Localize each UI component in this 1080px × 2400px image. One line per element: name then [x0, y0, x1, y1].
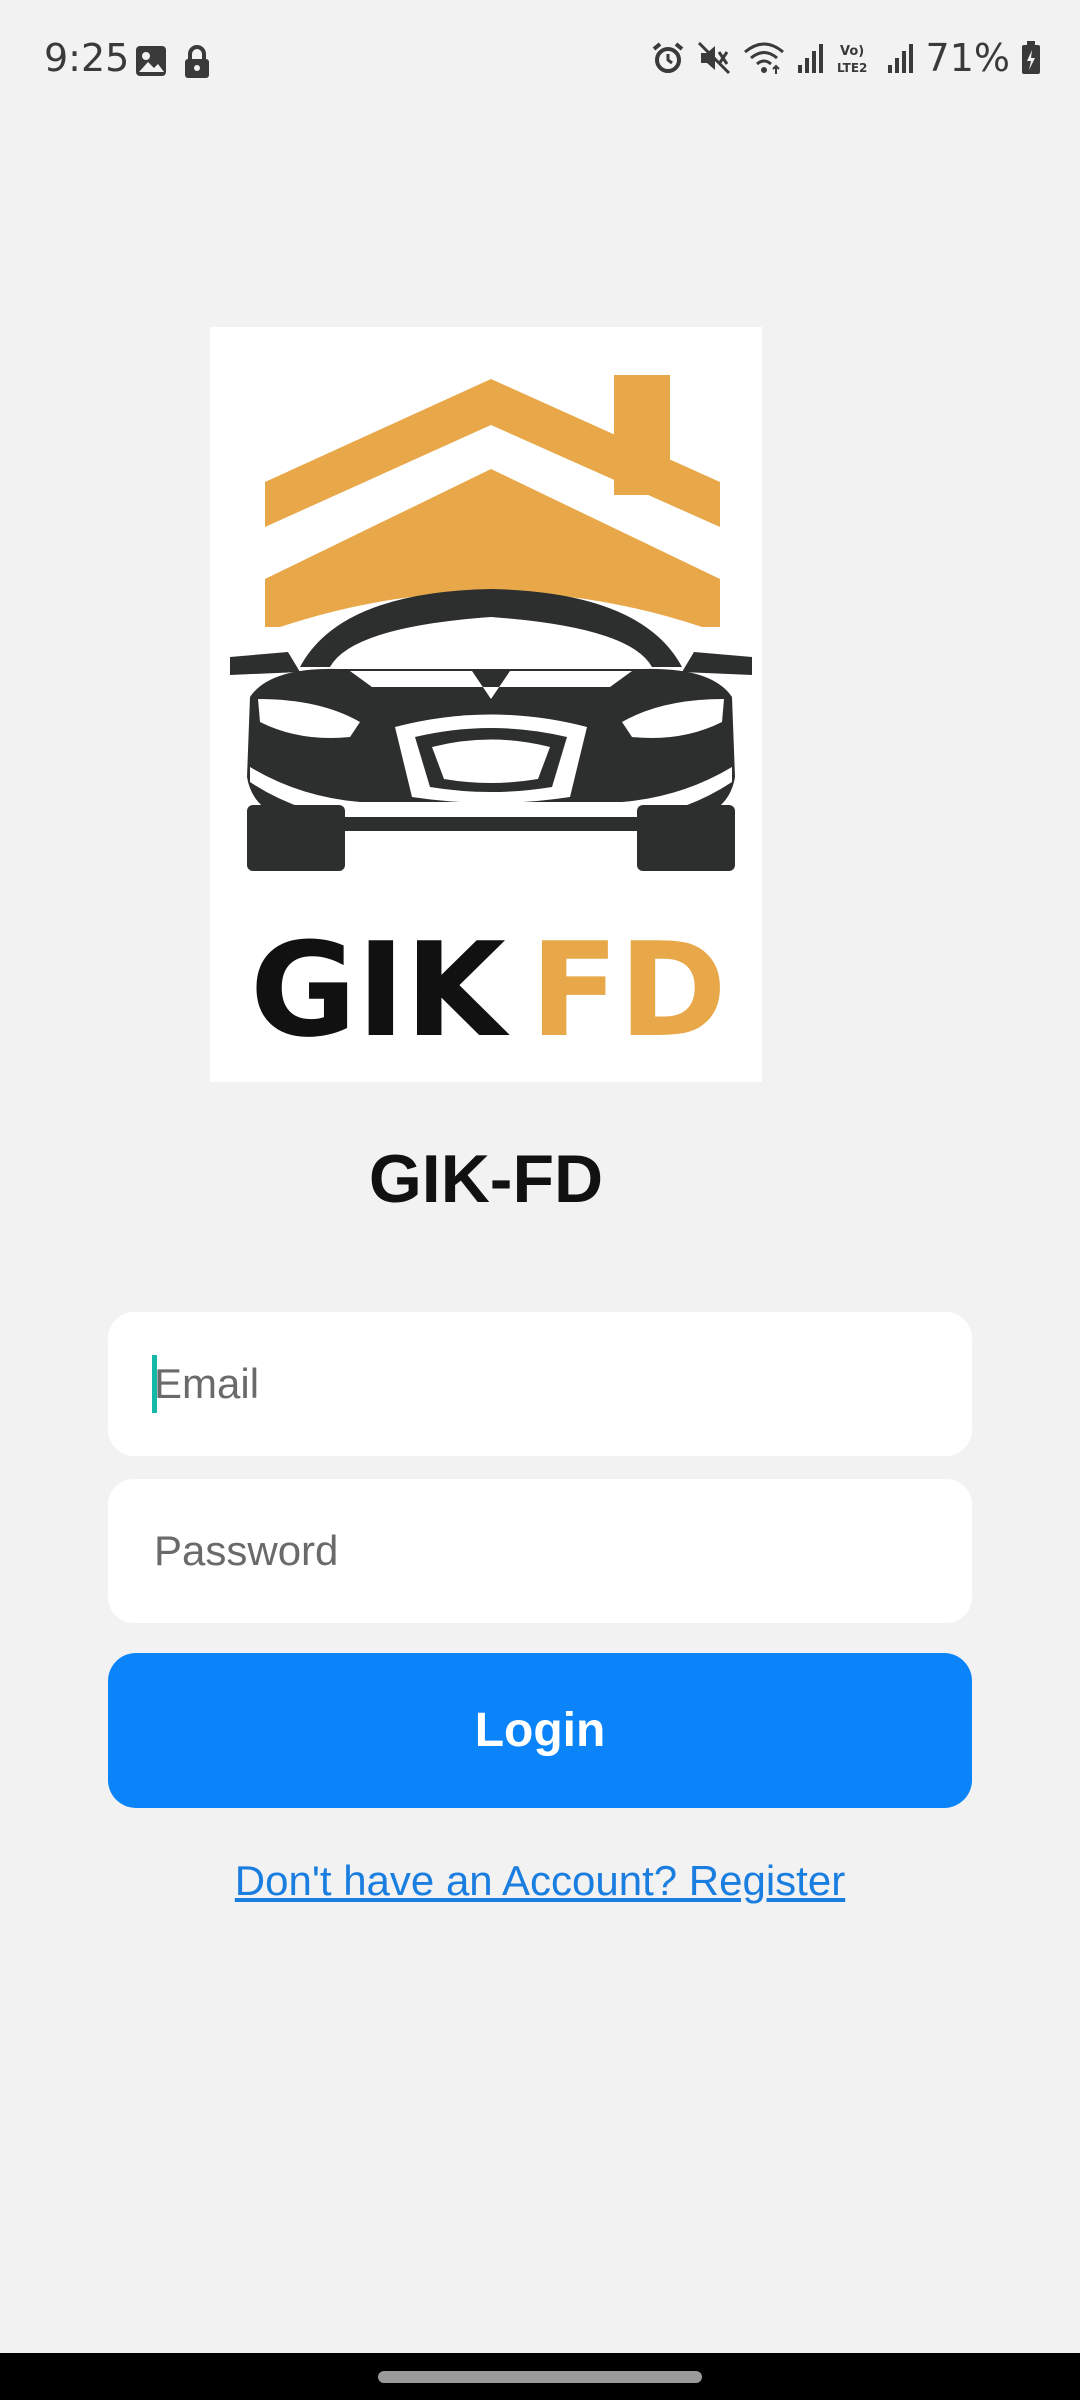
logo-text-dark: GIK: [250, 914, 510, 1066]
battery-icon: [1020, 40, 1042, 76]
home-gesture-handle[interactable]: [378, 2371, 702, 2383]
text-caret: [152, 1355, 157, 1413]
status-time: 9:25: [44, 36, 130, 80]
navigation-bar: [0, 2353, 1080, 2400]
app-logo: GIK FD: [210, 327, 762, 1082]
signal-icon: [796, 41, 826, 75]
lock-icon: [182, 44, 212, 80]
wifi-icon: [742, 40, 786, 76]
login-button[interactable]: Login: [108, 1653, 972, 1808]
email-input[interactable]: [108, 1312, 972, 1456]
mute-icon: [696, 40, 732, 76]
battery-percent: 71%: [925, 36, 1010, 80]
register-link[interactable]: Don't have an Account? Register: [0, 1857, 1080, 1905]
image-icon: [134, 44, 168, 80]
status-bar: 9:25 Vo) LTE2 71%: [0, 0, 1080, 120]
car-icon: [230, 589, 752, 871]
login-screen: 9:25 Vo) LTE2 71% GIK FD GIK-FD Email Lo…: [0, 0, 1080, 2400]
logo-text-accent: FD: [530, 914, 727, 1066]
signal-icon: [886, 41, 916, 75]
volte-icon: Vo) LTE2: [836, 40, 876, 76]
svg-text:Vo): Vo): [840, 44, 864, 59]
svg-text:LTE2: LTE2: [837, 61, 867, 75]
app-title: GIK-FD: [368, 1141, 604, 1217]
password-input[interactable]: [108, 1479, 972, 1623]
alarm-icon: [650, 40, 686, 76]
password-field[interactable]: [108, 1479, 972, 1623]
email-field[interactable]: [108, 1312, 972, 1456]
